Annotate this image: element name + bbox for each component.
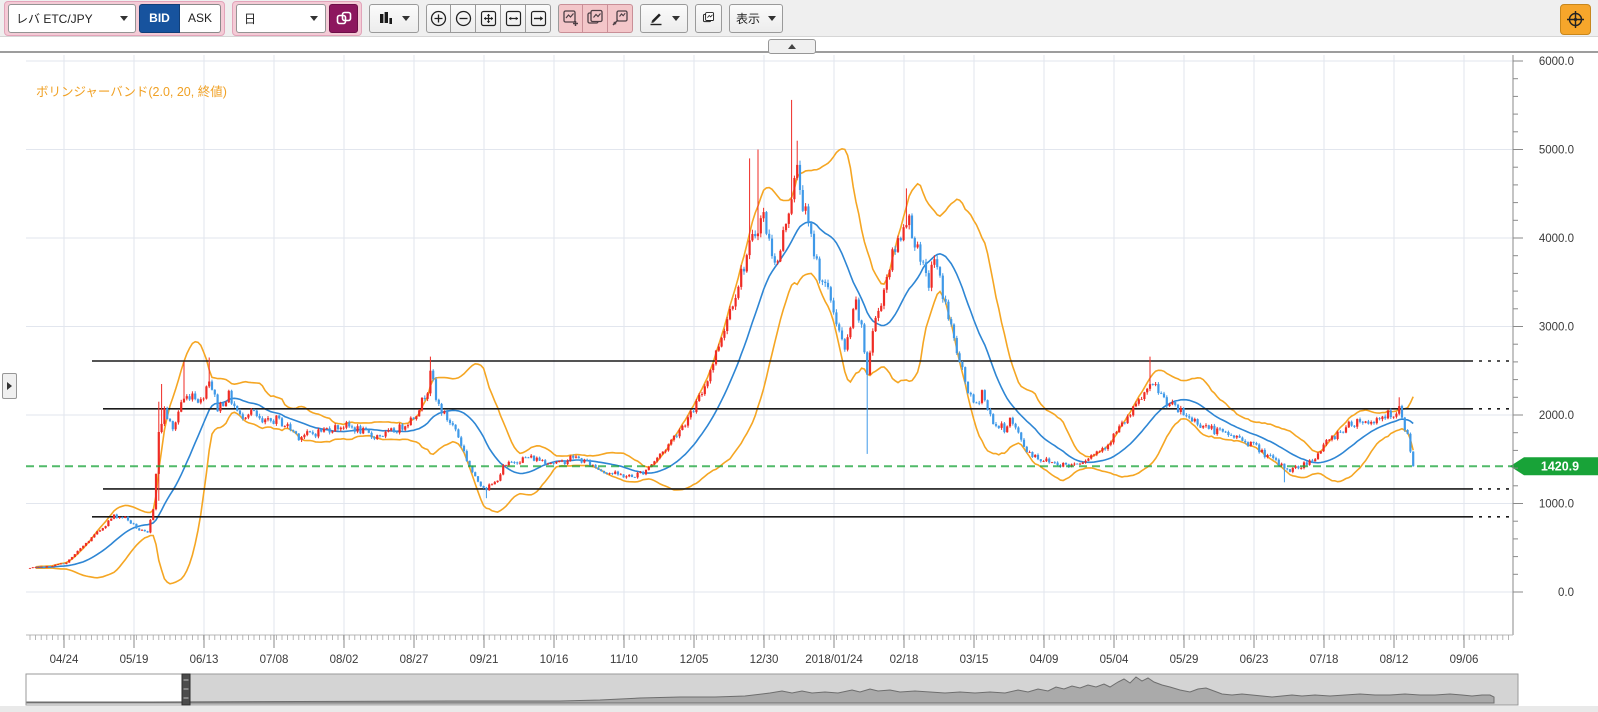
y-axis-label: 0.0 <box>1558 587 1574 599</box>
y-axis-label: 6000.0 <box>1539 56 1574 68</box>
y-axis-label: 4000.0 <box>1539 233 1574 245</box>
x-axis-label: 05/29 <box>1170 654 1199 666</box>
navigator-handle[interactable] <box>182 674 190 705</box>
x-axis-label: 08/27 <box>400 654 429 666</box>
x-axis-label: 08/12 <box>1380 654 1409 666</box>
triangle-right-icon <box>7 382 12 390</box>
x-axis-label: 04/24 <box>50 654 79 666</box>
bottom-strip <box>0 706 1598 712</box>
y-axis-label: 5000.0 <box>1539 145 1574 157</box>
x-axis-label: 08/02 <box>330 654 359 666</box>
x-axis-label: 02/18 <box>890 654 919 666</box>
x-axis-label: 06/13 <box>190 654 219 666</box>
x-axis-label: 10/16 <box>540 654 569 666</box>
y-axis-label: 2000.0 <box>1539 410 1574 422</box>
x-axis-label: 07/18 <box>1310 654 1339 666</box>
navigator[interactable] <box>26 674 1518 705</box>
svg-text:1420.9: 1420.9 <box>1541 459 1579 473</box>
x-axis-label: 04/09 <box>1030 654 1059 666</box>
triangle-up-icon <box>788 44 796 49</box>
collapse-chart-button[interactable] <box>768 39 816 54</box>
current-price-tag: 1420.9 <box>1510 457 1598 475</box>
indicator-label: ボリンジャーバンド(2.0, 20, 終値) <box>36 84 227 99</box>
x-axis-label: 2018/01/24 <box>805 654 863 666</box>
x-axis-label: 12/05 <box>680 654 709 666</box>
x-axis-label: 03/15 <box>960 654 989 666</box>
x-axis-label: 07/08 <box>260 654 289 666</box>
main-chart[interactable]: 1420.9 6000.0 5000.0 4000.0 3000.0 2000.0 1000… <box>0 0 1598 712</box>
x-axis-label: 06/23 <box>1240 654 1269 666</box>
x-axis-label: 05/19 <box>120 654 149 666</box>
y-axis-label: 3000.0 <box>1539 322 1574 334</box>
x-axis-label: 09/06 <box>1450 654 1479 666</box>
x-axis-label: 12/30 <box>750 654 779 666</box>
x-axis-label: 11/10 <box>610 654 638 666</box>
y-axis-label: 1000.0 <box>1539 499 1574 511</box>
x-axis-label: 05/04 <box>1100 654 1129 666</box>
expand-left-panel-button[interactable] <box>2 373 17 399</box>
x-axis-label: 09/21 <box>470 654 499 666</box>
